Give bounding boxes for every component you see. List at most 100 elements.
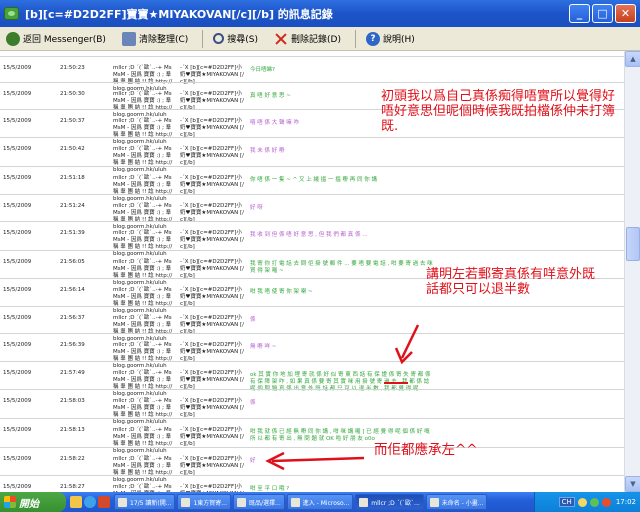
message-time: 21:58:03 <box>60 398 85 404</box>
message-recipient: -ˊX [b][c=#D2D2FF]小奶♥寶寶★MIYAKOVAN [/c][/… <box>180 456 244 476</box>
annotation-note-3: 而佢都應承左^^ <box>374 442 478 458</box>
message-row: 15/5/2009 21:57:49 mllcr ;D ´(`歐`..-+ MsMs… <box>0 361 624 397</box>
task-button-active[interactable]: mllcr ;D ´(`歐`... <box>355 494 424 510</box>
message-text: 好 <box>250 458 256 464</box>
message-date: 15/5/2009 <box>3 484 32 490</box>
message-row: 15/5/2009 21:58:22 mllcr ;D ´(`歐`..-+ MsMs… <box>0 447 624 483</box>
media-icon[interactable] <box>98 496 110 508</box>
message-time: 21:50:42 <box>60 146 85 152</box>
delete-history-button[interactable]: 刪除記錄(D) <box>274 32 341 46</box>
message-text: 無 嘢 咩 ~ <box>250 344 277 350</box>
message-recipient: -ˊX [b][c=#D2D2FF]小奶♥寶寶★MIYAKOVAN [/c][/… <box>180 287 244 307</box>
task-button[interactable]: 1東方賀寄... <box>177 494 231 510</box>
message-time: 21:58:27 <box>60 484 85 490</box>
return-messenger-label: 返回 Messenger(B) <box>23 35 106 45</box>
maximize-button[interactable]: □ <box>592 4 613 23</box>
toolbar-divider <box>354 29 356 48</box>
delete-icon <box>274 32 288 46</box>
message-date: 15/5/2009 <box>3 427 32 433</box>
scroll-down-button[interactable]: ▼ <box>625 476 640 492</box>
task-button[interactable]: 17/5 讀新(開... <box>114 494 176 510</box>
window-title: [b][c=#D2D2FF]寶寶★MIYAKOVAN[/c][/b] 的訊息記錄 <box>25 7 333 21</box>
message-recipient: -ˊX [b][c=#D2D2FF]小奶♥寶寶★MIYAKOVAN [/c][/… <box>180 146 244 166</box>
minimize-button[interactable]: _ <box>569 4 590 23</box>
window-icon <box>359 497 369 507</box>
message-text: 我 未 係 好 嘢 <box>250 148 285 154</box>
delete-history-label: 刪除記錄(D) <box>291 35 341 45</box>
message-recipient: -ˊX [b][c=#D2D2FF]小奶♥寶寶★MIYAKOVAN [/c][/… <box>180 175 244 195</box>
window-controls: _ □ ✕ <box>569 4 636 23</box>
message-recipient: -ˊX [b][c=#D2D2FF]小奶♥寶寶★MIYAKOVAN [/c][/… <box>180 118 244 138</box>
message-sender: mllcr ;D ´(`歐`..-+ MsMsM - 因爲 寶寶 :) ; 羣 … <box>113 484 172 492</box>
message-time: 21:50:30 <box>60 91 85 97</box>
message-recipient: -ˊX [b][c=#D2D2FF]小奶♥寶寶★MIYAKOVAN [/c][/… <box>180 484 244 492</box>
folder-icon[interactable] <box>70 496 82 508</box>
windows-logo-icon <box>4 496 16 508</box>
scroll-up-button[interactable]: ▲ <box>625 51 640 67</box>
browser-icon[interactable] <box>84 496 96 508</box>
message-time: 21:56:05 <box>60 259 85 265</box>
message-row: 15/5/2009 21:50:23 mllcr ;D ´(`歐`..-+ MsMs… <box>0 56 624 92</box>
message-recipient: -ˊX [b][c=#D2D2FF]小奶♥寶寶★MIYAKOVAN [/c][/… <box>180 427 244 447</box>
search-icon <box>213 33 225 44</box>
message-date: 15/5/2009 <box>3 203 32 209</box>
message-text: 我 寄 你 打 電 話 去 問 佢 掛 號 郵 件 ... 要 唔 要 電 話 … <box>250 261 435 274</box>
search-label: 搜尋(S) <box>227 35 258 45</box>
task-button[interactable]: 進入 - Microso... <box>286 494 354 510</box>
message-row: 15/5/2009 21:56:37 mllcr ;D ´(`歐`..-+ MsMs… <box>0 306 624 342</box>
scroll-thumb[interactable] <box>626 227 640 261</box>
message-row: 15/5/2009 21:51:39 mllcr ;D ´(`歐`..-+ MsMs… <box>0 221 624 257</box>
help-icon: ? <box>365 31 380 46</box>
search-button[interactable]: 搜尋(S) <box>213 32 258 45</box>
message-text: 咁 我 就 係 已 經 無 嘢 同 你 講 , 咁 咪 講 囉 ] 已 經 覺 … <box>250 429 432 442</box>
return-messenger-button[interactable]: 返回 Messenger(B) <box>6 31 106 46</box>
close-button[interactable]: ✕ <box>615 4 636 23</box>
toolbar: 返回 Messenger(B) 清除整理(C) 搜尋(S) 刪除記錄(D) ? … <box>0 27 640 51</box>
clear-button[interactable]: 清除整理(C) <box>121 31 188 46</box>
task-label: 17/5 讀新(開... <box>130 499 172 507</box>
message-row: 15/5/2009 21:58:13 mllcr ;D ´(`歐`..-+ MsMs… <box>0 418 624 454</box>
message-recipient: -ˊX [b][c=#D2D2FF]小奶♥寶寶★MIYAKOVAN [/c][/… <box>180 370 244 390</box>
message-recipient: -ˊX [b][c=#D2D2FF]小奶♥寶寶★MIYAKOVAN [/c][/… <box>180 342 244 362</box>
start-label: 開始 <box>19 498 39 510</box>
message-row: 15/5/2009 21:58:03 mllcr ;D ´(`歐`..-+ MsMs… <box>0 389 624 425</box>
message-date: 15/5/2009 <box>3 259 32 265</box>
message-time: 21:56:14 <box>60 287 85 293</box>
tray-icon[interactable] <box>577 497 587 507</box>
message-time: 21:57:49 <box>60 370 85 376</box>
message-date: 15/5/2009 <box>3 398 32 404</box>
message-recipient: -ˊX [b][c=#D2D2FF]小奶♥寶寶★MIYAKOVAN [/c][/… <box>180 398 244 418</box>
task-label: 既品/選擇... <box>249 499 281 507</box>
task-label: 進入 - Microso... <box>302 499 350 507</box>
message-row: 15/5/2009 21:56:39 mllcr ;D ´(`歐`..-+ MsMs… <box>0 333 624 369</box>
start-button[interactable]: 開始 <box>0 492 66 512</box>
annotation-note-2: 講明左若郵寄真係有咩意外既話都只可以退半數 <box>426 267 596 297</box>
message-recipient: -ˊX [b][c=#D2D2FF]小奶♥寶寶★MIYAKOVAN [/c][/… <box>180 259 244 279</box>
message-time: 21:51:24 <box>60 203 85 209</box>
return-icon <box>6 31 20 46</box>
message-row: 15/5/2009 21:50:42 mllcr ;D ´(`歐`..-+ MsMs… <box>0 137 624 173</box>
title-bar: [b][c=#D2D2FF]寶寶★MIYAKOVAN[/c][/b] 的訊息記錄… <box>0 0 640 27</box>
help-button[interactable]: ? 說明(H) <box>365 31 415 46</box>
message-date: 15/5/2009 <box>3 91 32 97</box>
tray-icon[interactable] <box>589 497 599 507</box>
toolbar-divider <box>202 29 204 48</box>
message-date: 15/5/2009 <box>3 287 32 293</box>
message-date: 15/5/2009 <box>3 370 32 376</box>
clear-icon <box>121 31 136 46</box>
message-row: 15/5/2009 21:58:27 mllcr ;D ´(`歐`..-+ MsMs… <box>0 475 624 492</box>
window-icon <box>429 497 439 507</box>
message-row: 15/5/2009 21:51:18 mllcr ;D ´(`歐`..-+ MsMs… <box>0 166 624 202</box>
language-indicator[interactable]: CH <box>558 497 575 507</box>
task-button[interactable]: 既品/選擇... <box>233 494 285 510</box>
task-label: 未命名 - 小畫... <box>441 499 484 507</box>
message-time: 21:56:37 <box>60 315 85 321</box>
message-text: 好 呀 <box>250 205 263 211</box>
help-label: 說明(H) <box>382 35 415 45</box>
tray-icon[interactable] <box>601 497 611 507</box>
message-date: 15/5/2009 <box>3 342 32 348</box>
message-time: 21:58:22 <box>60 456 85 462</box>
task-button[interactable]: 未命名 - 小畫... <box>425 494 488 510</box>
message-date: 15/5/2009 <box>3 65 32 71</box>
message-time: 21:51:18 <box>60 175 85 181</box>
